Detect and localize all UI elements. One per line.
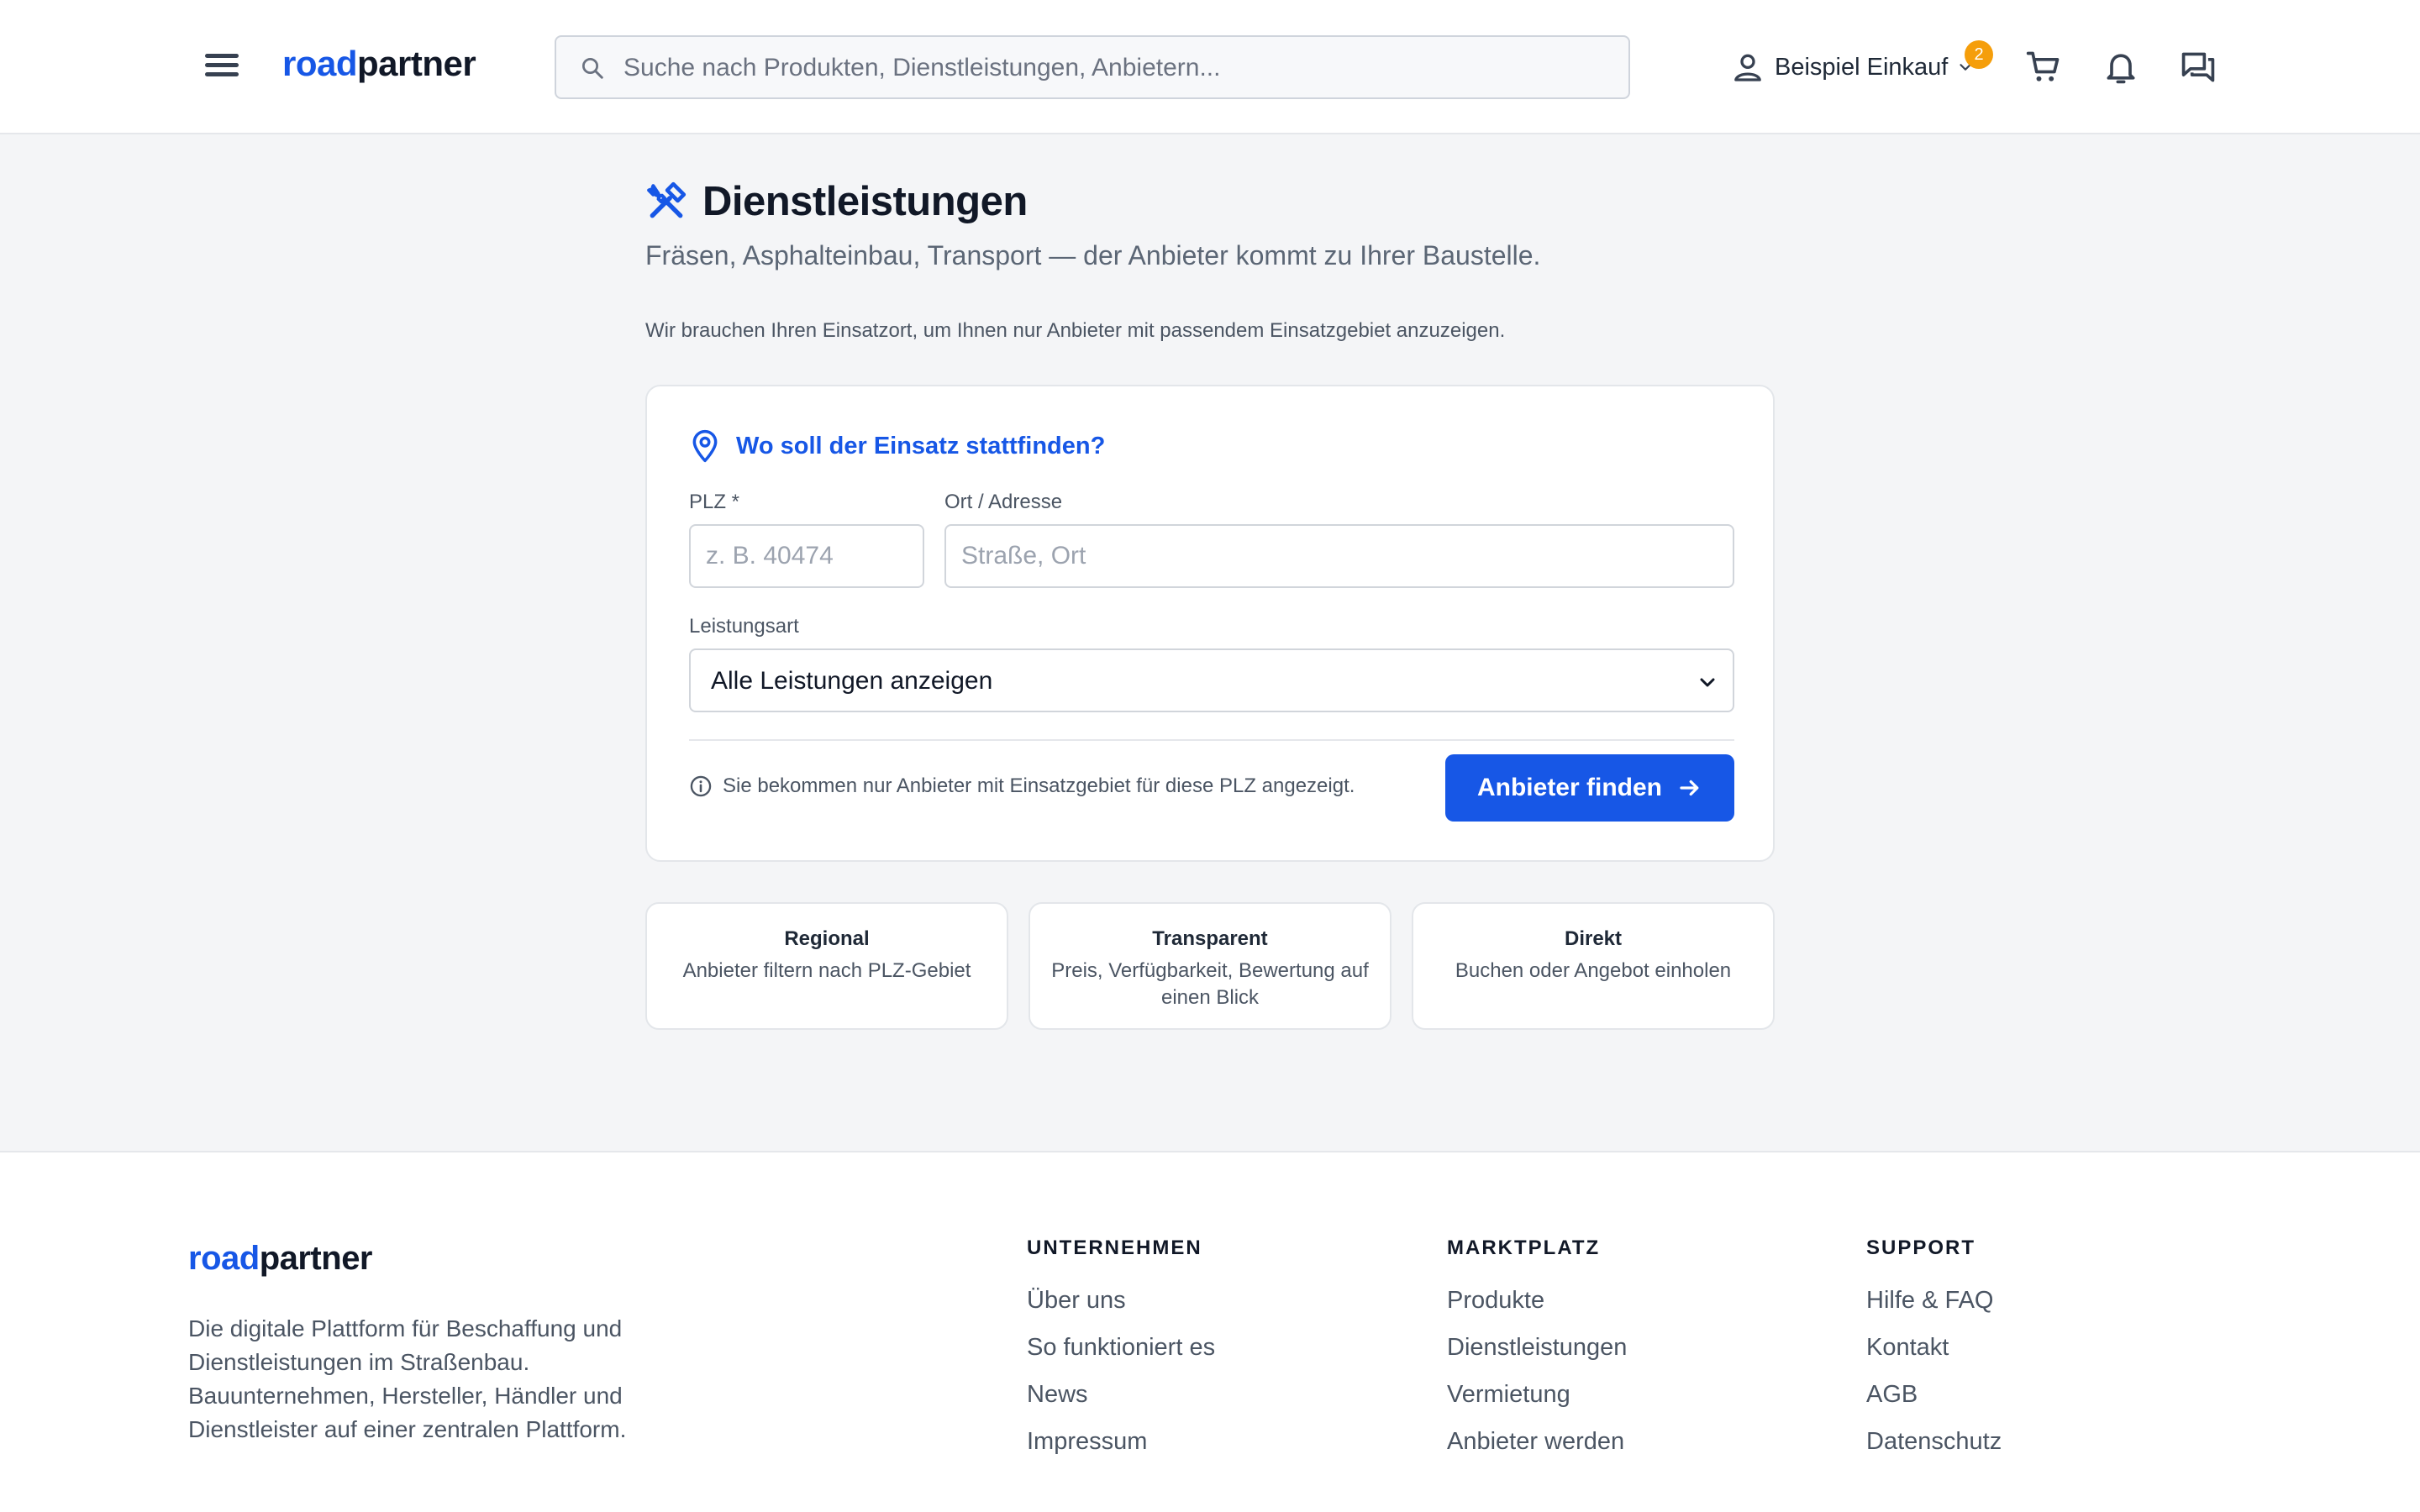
form-divider (689, 739, 1734, 741)
footer-link-news[interactable]: News (1027, 1381, 1215, 1428)
form-heading: Wo soll der Einsatz stattfinden? (689, 428, 1105, 464)
find-providers-button[interactable]: Anbieter finden (1445, 754, 1734, 822)
ort-input[interactable] (946, 526, 1733, 586)
footer-link-datenschutz[interactable]: Datenschutz (1866, 1428, 2002, 1475)
search-icon (582, 58, 603, 79)
search-input[interactable] (623, 49, 1598, 87)
arrow-right-icon (1680, 780, 1699, 796)
footer-link-dienstleistungen[interactable]: Dienstleistungen (1447, 1334, 1627, 1381)
footer-description: Die digitale Plattform für Beschaffung u… (188, 1315, 627, 1442)
ort-field (944, 524, 1734, 588)
plz-input[interactable] (691, 526, 923, 586)
footer-link-agb[interactable]: AGB (1866, 1381, 2002, 1428)
plz-field (689, 524, 924, 588)
page-title: Dienstleistungen (702, 179, 1028, 224)
bell-icon[interactable] (2102, 49, 2139, 86)
footer-link-produkte[interactable]: Produkte (1447, 1287, 1627, 1334)
menu-icon[interactable] (202, 49, 242, 86)
footer-link-anbieter-werden[interactable]: Anbieter werden (1447, 1428, 1627, 1475)
chat-icon[interactable] (2180, 49, 2217, 86)
location-form-card: Wo soll der Einsatz stattfinden? PLZ * O… (645, 385, 1775, 862)
user-icon (1734, 54, 1761, 81)
form-note: Sie bekommen nur Anbieter mit Einsatzgeb… (689, 774, 1355, 798)
tools-icon (647, 181, 687, 218)
ort-label: Ort / Adresse (944, 491, 1063, 513)
feature-card-direkt: Direkt Buchen oder Angebot einholen (1412, 902, 1775, 1030)
plz-label: PLZ * (689, 491, 740, 513)
top-header: roadpartner Beispiel Einkauf 2 (0, 0, 2420, 134)
location-pin-icon (692, 429, 718, 463)
footer-link-hilfe-faq[interactable]: Hilfe & FAQ (1866, 1287, 2002, 1334)
logo[interactable]: roadpartner (282, 44, 476, 84)
feature-card-transparent: Transparent Preis, Verfügbarkeit, Bewert… (1028, 902, 1392, 1030)
location-hint: Wir brauchen Ihren Einsatzort, um Ihnen … (645, 319, 1506, 342)
user-name: Beispiel Einkauf (1775, 53, 1949, 81)
footer-column-marktplatz: MARKTPLATZ Produkte Dienstleistungen Ver… (1447, 1236, 1627, 1475)
service-label: Leistungsart (689, 615, 799, 638)
footer-link-so-funktioniert-es[interactable]: So funktioniert es (1027, 1334, 1215, 1381)
footer-link-impressum[interactable]: Impressum (1027, 1428, 1215, 1475)
service-select-value: Alle Leistungen anzeigen (711, 667, 993, 695)
feature-card-regional: Regional Anbieter filtern nach PLZ-Gebie… (645, 902, 1008, 1030)
search-bar (555, 35, 1630, 99)
footer-column-support: SUPPORT Hilfe & FAQ Kontakt AGB Datensch… (1866, 1236, 2002, 1475)
cart-icon[interactable] (2025, 49, 2062, 86)
page-subtitle: Fräsen, Asphalteinbau, Transport — der A… (645, 240, 1541, 270)
footer-link-kontakt[interactable]: Kontakt (1866, 1334, 2002, 1381)
footer-logo[interactable]: roadpartner (188, 1240, 373, 1278)
footer: roadpartner Die digitale Plattform für B… (0, 1151, 2420, 1512)
user-menu[interactable]: Beispiel Einkauf (1731, 47, 1975, 87)
footer-link-vermietung[interactable]: Vermietung (1447, 1381, 1627, 1428)
info-icon (690, 775, 712, 797)
page-title-row: Dienstleistungen (645, 178, 1028, 225)
chevron-down-icon (1700, 678, 1715, 687)
service-select[interactable]: Alle Leistungen anzeigen (689, 648, 1734, 712)
footer-column-unternehmen: UNTERNEHMEN Über uns So funktioniert es … (1027, 1236, 1215, 1475)
notification-count-badge: 2 (1965, 40, 1993, 69)
footer-link-ueber-uns[interactable]: Über uns (1027, 1287, 1215, 1334)
